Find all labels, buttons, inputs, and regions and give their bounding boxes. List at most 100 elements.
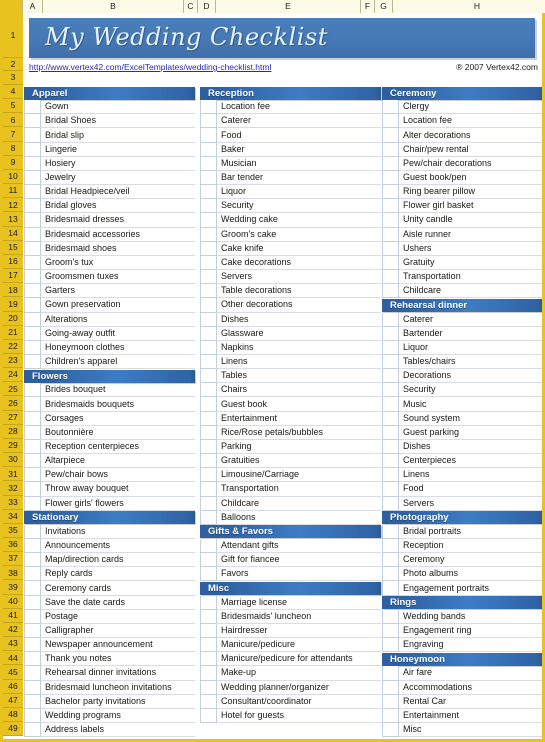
- checklist-item-label[interactable]: Pew/chair bows: [41, 468, 195, 483]
- row-header-18[interactable]: 18: [3, 283, 23, 298]
- checklist-item-label[interactable]: Limousine/Carriage: [217, 468, 381, 483]
- checklist-item-label[interactable]: Jewelry: [41, 171, 195, 186]
- checklist-item-label[interactable]: Liquor: [217, 185, 381, 200]
- checklist-item-label[interactable]: Bartender: [399, 327, 542, 341]
- row-header-1[interactable]: 1: [3, 13, 23, 58]
- checklist-item-label[interactable]: Chair/pew rental: [399, 143, 542, 157]
- checklist-item-label[interactable]: Ceremony cards: [41, 581, 195, 596]
- row-header-11[interactable]: 11: [3, 184, 23, 199]
- checkbox-cell[interactable]: [200, 199, 217, 214]
- checklist-item-label[interactable]: Location fee: [217, 100, 381, 115]
- column-header-c[interactable]: C: [184, 0, 198, 13]
- row-header-40[interactable]: 40: [3, 594, 23, 609]
- row-header-33[interactable]: 33: [3, 495, 23, 510]
- checklist-item-label[interactable]: Guest book/pen: [399, 171, 542, 186]
- checklist-item-label[interactable]: Flower girls' flowers: [41, 497, 195, 511]
- checkbox-cell[interactable]: [24, 185, 41, 200]
- checkbox-cell[interactable]: [24, 128, 41, 143]
- checkbox-cell[interactable]: [382, 199, 399, 214]
- checklist-item-label[interactable]: Wedding planner/organizer: [217, 681, 381, 695]
- row-header-46[interactable]: 46: [3, 679, 23, 694]
- checklist-item-label[interactable]: Flower girl basket: [399, 199, 542, 214]
- checkbox-cell[interactable]: [24, 482, 41, 497]
- checkbox-cell[interactable]: [24, 553, 41, 568]
- checkbox-cell[interactable]: [200, 510, 217, 525]
- checkbox-cell[interactable]: [382, 354, 399, 370]
- row-header-26[interactable]: 26: [3, 396, 23, 411]
- checklist-item-label[interactable]: Invitations: [41, 525, 195, 539]
- checklist-item-label[interactable]: Wedding programs: [41, 709, 195, 724]
- row-header-17[interactable]: 17: [3, 269, 23, 284]
- row-header-4[interactable]: 4: [3, 85, 23, 100]
- checkbox-cell[interactable]: [24, 354, 41, 370]
- row-header-14[interactable]: 14: [3, 226, 23, 241]
- checklist-item-label[interactable]: Reception centerpieces: [41, 440, 195, 455]
- checkbox-cell[interactable]: [382, 312, 399, 327]
- row-header-35[interactable]: 35: [3, 523, 23, 538]
- checklist-item-label[interactable]: Lingerie: [41, 143, 195, 157]
- checkbox-cell[interactable]: [24, 199, 41, 214]
- checklist-item-label[interactable]: Location fee: [399, 114, 542, 129]
- row-header-27[interactable]: 27: [3, 410, 23, 425]
- checklist-item-label[interactable]: Liquor: [399, 341, 542, 355]
- checkbox-cell[interactable]: [200, 170, 217, 186]
- checklist-item-label[interactable]: Decorations: [399, 369, 542, 384]
- checkbox-cell[interactable]: [382, 623, 399, 639]
- checkbox-cell[interactable]: [200, 114, 217, 129]
- checkbox-cell[interactable]: [24, 496, 41, 511]
- checkbox-cell[interactable]: [24, 326, 41, 341]
- checkbox-cell[interactable]: [382, 170, 399, 186]
- checkbox-cell[interactable]: [200, 383, 217, 398]
- checklist-item-label[interactable]: Ceremony: [399, 553, 542, 568]
- checkbox-cell[interactable]: [24, 425, 41, 440]
- checkbox-cell[interactable]: [200, 241, 217, 256]
- checklist-item-label[interactable]: Bridal portraits: [399, 525, 542, 539]
- checkbox-cell[interactable]: [200, 482, 217, 497]
- checklist-item-label[interactable]: Cake decorations: [217, 256, 381, 271]
- checkbox-cell[interactable]: [24, 666, 41, 681]
- checklist-item-label[interactable]: Bridesmaid shoes: [41, 242, 195, 256]
- row-header-15[interactable]: 15: [3, 240, 23, 255]
- checklist-item-label[interactable]: Tables/chairs: [399, 355, 542, 370]
- checklist-item-label[interactable]: Security: [217, 199, 381, 214]
- checklist-item-label[interactable]: Brides bouquet: [41, 383, 195, 398]
- checkbox-cell[interactable]: [382, 609, 399, 624]
- checklist-item-label[interactable]: Rice/Rose petals/bubbles: [217, 426, 381, 440]
- column-header-a[interactable]: A: [23, 0, 43, 13]
- checklist-item-label[interactable]: Announcements: [41, 539, 195, 554]
- checkbox-cell[interactable]: [382, 694, 399, 709]
- row-header-9[interactable]: 9: [3, 155, 23, 170]
- checkbox-cell[interactable]: [382, 567, 399, 582]
- checklist-item-label[interactable]: Bachelor party invitations: [41, 695, 195, 709]
- checkbox-cell[interactable]: [200, 496, 217, 511]
- row-header-41[interactable]: 41: [3, 608, 23, 623]
- checkbox-cell[interactable]: [382, 666, 399, 681]
- checklist-item-label[interactable]: Going-away outfit: [41, 327, 195, 341]
- row-header-37[interactable]: 37: [3, 552, 23, 567]
- checkbox-cell[interactable]: [200, 100, 217, 115]
- checkbox-cell[interactable]: [24, 694, 41, 709]
- row-header-13[interactable]: 13: [3, 212, 23, 227]
- checklist-item-label[interactable]: Engagement portraits: [399, 581, 542, 596]
- checkbox-cell[interactable]: [200, 623, 217, 639]
- checklist-item-label[interactable]: Security: [399, 383, 542, 398]
- checkbox-cell[interactable]: [200, 567, 217, 582]
- checklist-item-label[interactable]: Bar tender: [217, 171, 381, 186]
- row-header-8[interactable]: 8: [3, 141, 23, 156]
- checkbox-cell[interactable]: [382, 553, 399, 568]
- row-header-34[interactable]: 34: [3, 509, 23, 524]
- checklist-item-label[interactable]: Food: [399, 482, 542, 497]
- checklist-item-label[interactable]: Children's apparel: [41, 355, 195, 370]
- checkbox-cell[interactable]: [382, 114, 399, 129]
- checklist-item-label[interactable]: Aisle runner: [399, 228, 542, 242]
- checklist-item-label[interactable]: Garters: [41, 284, 195, 299]
- checklist-item-label[interactable]: Sound system: [399, 412, 542, 426]
- row-header-16[interactable]: 16: [3, 254, 23, 270]
- checklist-item-label[interactable]: Groomsmen tuxes: [41, 270, 195, 285]
- checkbox-cell[interactable]: [200, 468, 217, 483]
- checkbox-cell[interactable]: [24, 454, 41, 469]
- checklist-item-label[interactable]: Bridal Shoes: [41, 114, 195, 129]
- row-header-43[interactable]: 43: [3, 637, 23, 652]
- checkbox-cell[interactable]: [200, 142, 217, 157]
- checklist-item-label[interactable]: Rental Car: [399, 695, 542, 709]
